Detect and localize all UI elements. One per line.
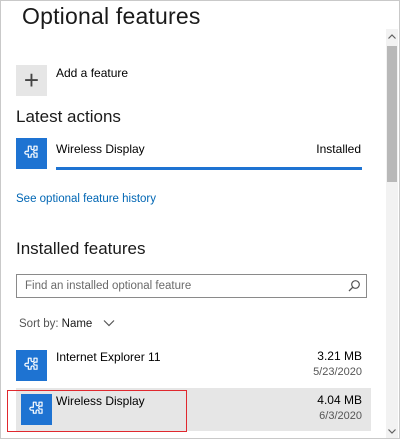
- latest-actions-heading: Latest actions: [16, 107, 121, 126]
- puzzle-piece-icon: [16, 350, 47, 381]
- feature-row-internet-explorer[interactable]: Internet Explorer 11 3.21 MB 5/23/2020: [16, 344, 371, 387]
- feature-row-wireless-display[interactable]: Wireless Display 4.04 MB 6/3/2020: [16, 388, 371, 431]
- puzzle-piece-icon: [21, 394, 52, 425]
- install-progress-fill: [56, 167, 362, 170]
- search-icon[interactable]: [347, 279, 361, 293]
- add-feature-label: Add a feature: [56, 66, 129, 80]
- vertical-scrollbar[interactable]: [386, 29, 398, 438]
- installed-features-heading: Installed features: [16, 239, 146, 258]
- scrollbar-thumb[interactable]: [387, 46, 397, 182]
- chevron-down-icon: [103, 320, 114, 327]
- feature-name: Wireless Display: [56, 394, 145, 408]
- search-input[interactable]: [25, 278, 345, 294]
- installed-feature-search: [16, 274, 367, 298]
- feature-date: 6/3/2020: [319, 410, 362, 422]
- page-title: Optional features: [22, 3, 201, 29]
- add-feature-button[interactable]: + Add a feature: [16, 64, 128, 96]
- feature-size: 3.21 MB: [317, 349, 362, 363]
- scroll-down-arrow-icon[interactable]: [386, 424, 398, 438]
- latest-action-status: Installed: [316, 142, 361, 156]
- sort-value: Name: [61, 318, 93, 330]
- feature-size: 4.04 MB: [317, 393, 362, 407]
- puzzle-piece-icon: [16, 138, 47, 169]
- feature-name: Internet Explorer 11: [56, 350, 161, 364]
- optional-feature-history-link[interactable]: See optional feature history: [16, 193, 156, 205]
- optional-features-window: Optional features + Add a feature Latest…: [0, 0, 400, 439]
- sort-label: Sort by:: [19, 318, 59, 330]
- feature-date: 5/23/2020: [313, 366, 362, 378]
- sort-dropdown[interactable]: Sort by: Name: [19, 318, 115, 330]
- latest-action-name: Wireless Display: [56, 142, 145, 156]
- install-progress-bar: [56, 167, 362, 170]
- plus-icon: +: [16, 64, 47, 96]
- scroll-up-arrow-icon[interactable]: [386, 29, 398, 43]
